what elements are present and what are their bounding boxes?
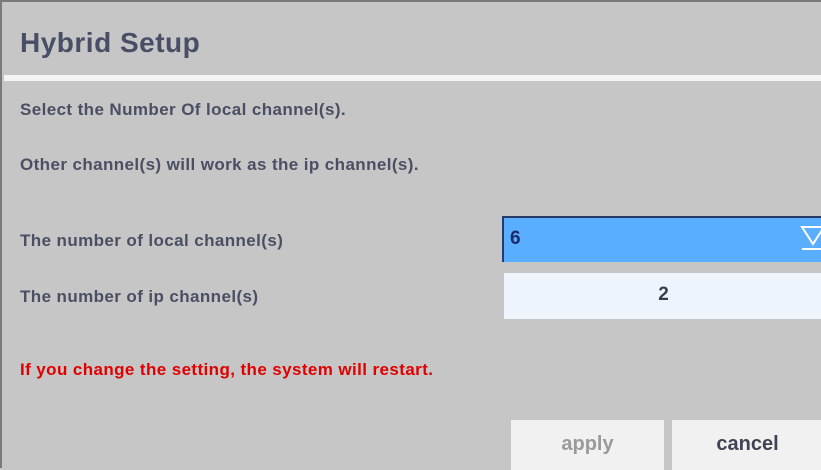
dropdown-arrow-icon[interactable]	[799, 224, 821, 254]
local-channels-dropdown[interactable]: 6	[502, 216, 821, 262]
local-channels-label: The number of local channel(s)	[20, 231, 284, 250]
apply-button[interactable]: apply	[511, 420, 664, 470]
instruction-text-2: Other channel(s) will work as the ip cha…	[20, 155, 419, 174]
ip-channels-field: 2	[504, 273, 821, 319]
page-title: Hybrid Setup	[20, 27, 201, 58]
local-channels-value: 6	[510, 228, 521, 249]
restart-warning: If you change the setting, the system wi…	[20, 360, 434, 379]
cancel-button[interactable]: cancel	[672, 420, 821, 470]
ip-channels-label: The number of ip channel(s)	[20, 287, 259, 306]
ip-channels-value: 2	[658, 284, 669, 305]
instruction-text-1: Select the Number Of local channel(s).	[20, 100, 346, 119]
hybrid-setup-dialog: Hybrid Setup Select the Number Of local …	[0, 0, 821, 470]
title-divider	[4, 75, 821, 81]
